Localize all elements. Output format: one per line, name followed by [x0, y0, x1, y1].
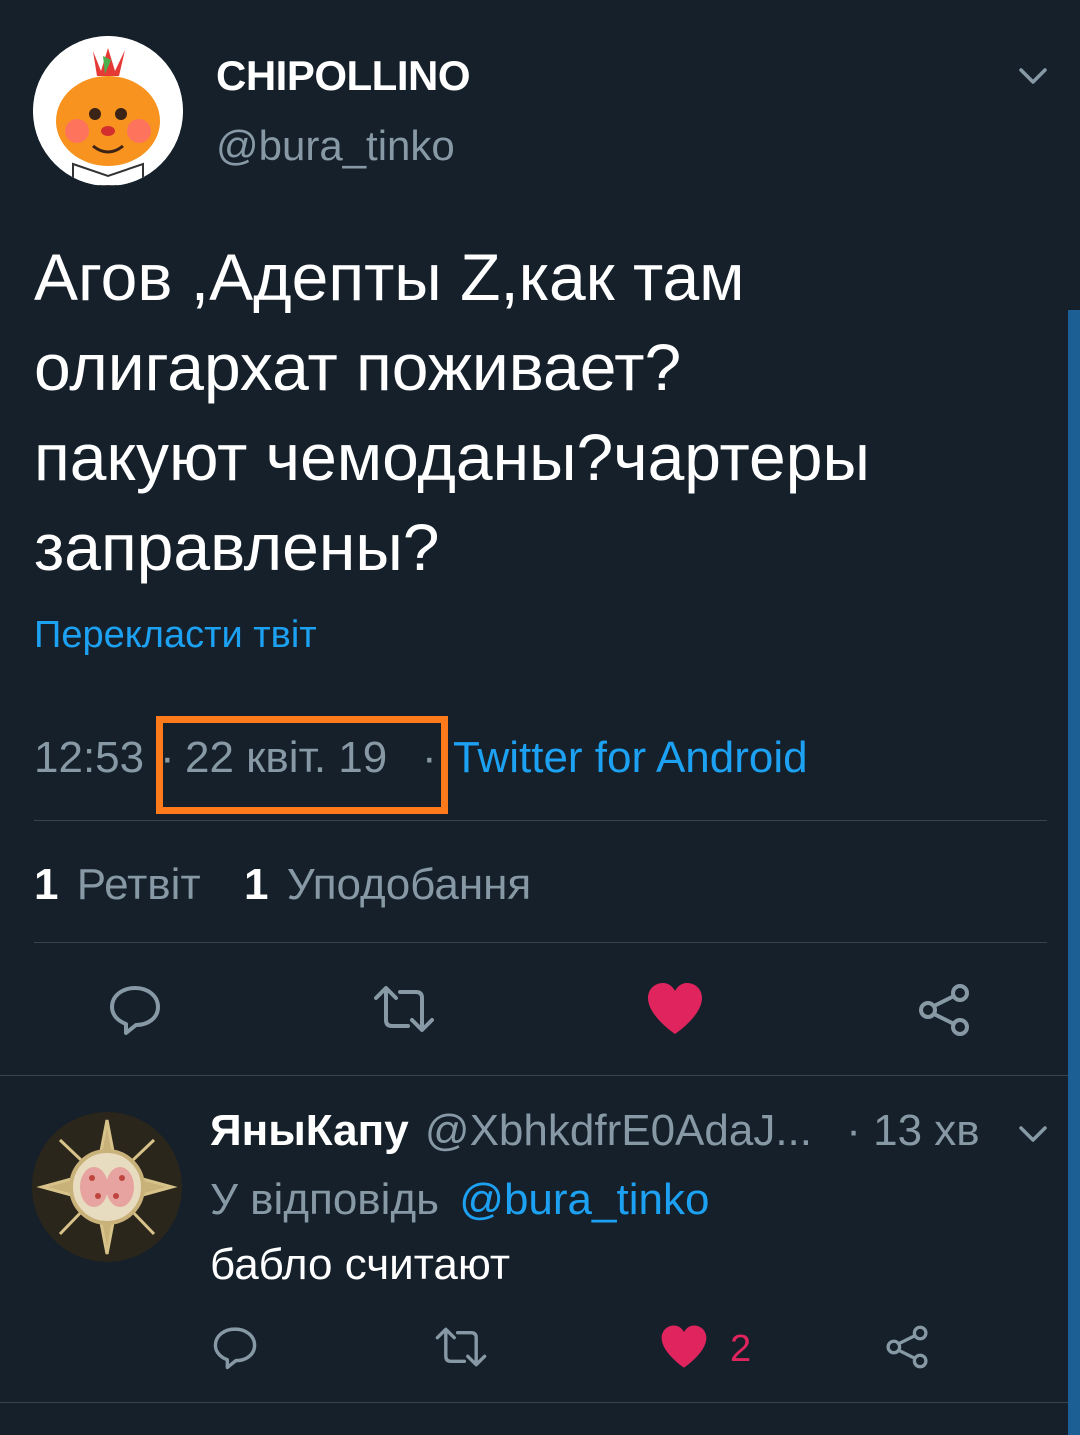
reply-like-count: 2 — [730, 1328, 752, 1370]
reply-author-handle[interactable]: @XbhkdfrE0AdaJ... — [425, 1106, 812, 1155]
divider — [0, 1402, 1068, 1403]
divider — [34, 820, 1047, 821]
share-icon[interactable] — [884, 1324, 930, 1370]
tweet-text: Агов ,Адепты Z,как там олигархат поживае… — [34, 232, 1054, 592]
reply-icon[interactable] — [108, 982, 162, 1036]
reply-author-name[interactable]: ЯныКапу — [210, 1106, 409, 1155]
retweet-icon[interactable] — [434, 1324, 488, 1370]
reply-to-link[interactable]: @bura_tinko — [459, 1175, 709, 1224]
date-highlight-box — [156, 716, 448, 814]
translate-tweet-link[interactable]: Перекласти твіт — [34, 614, 317, 657]
scroll-indicator[interactable] — [1068, 310, 1080, 1435]
reply-text: бабло считают — [210, 1240, 511, 1289]
share-icon[interactable] — [916, 982, 972, 1038]
reply-icon[interactable] — [212, 1324, 258, 1370]
retweet-icon[interactable] — [372, 982, 436, 1036]
heart-icon[interactable] — [660, 1324, 708, 1370]
divider — [0, 1075, 1068, 1076]
tweet-text-line: Агов ,Адепты Z,как там — [34, 240, 745, 314]
reply-prefix: У відповідь — [210, 1175, 440, 1224]
retweet-count: 1 — [34, 860, 59, 909]
reply-header: ЯныКапу @XbhkdfrE0AdaJ... · 13 хв — [210, 1106, 980, 1156]
retweet-label: Ретвіт — [76, 860, 201, 909]
retweet-stat[interactable]: 1 Ретвіт — [34, 860, 201, 910]
like-label: Уподобання — [286, 860, 532, 909]
tweet-text-line: заправлены? — [34, 510, 440, 584]
reply-author-avatar[interactable] — [32, 1112, 182, 1262]
tweet-source-link[interactable]: Twitter for Android — [453, 733, 808, 783]
tweet-time: 12:53 — [34, 733, 145, 782]
like-count: 1 — [244, 860, 269, 909]
reply-time: · 13 хв — [846, 1106, 980, 1155]
like-stat[interactable]: 1 Уподобання — [244, 860, 531, 910]
heart-icon[interactable] — [646, 982, 704, 1036]
chevron-down-icon[interactable] — [1015, 1120, 1051, 1150]
chevron-down-icon[interactable] — [1015, 62, 1051, 92]
reply-context: У відповідь @bura_tinko — [210, 1175, 709, 1225]
tweet-text-line: пакуют чемоданы?чартеры — [34, 420, 870, 494]
author-name[interactable]: CHIPOLLINO — [216, 52, 471, 100]
author-handle[interactable]: @bura_tinko — [216, 122, 455, 170]
divider — [34, 942, 1047, 943]
tweet-text-line: олигархат поживает? — [34, 330, 682, 404]
author-avatar[interactable] — [33, 36, 183, 186]
